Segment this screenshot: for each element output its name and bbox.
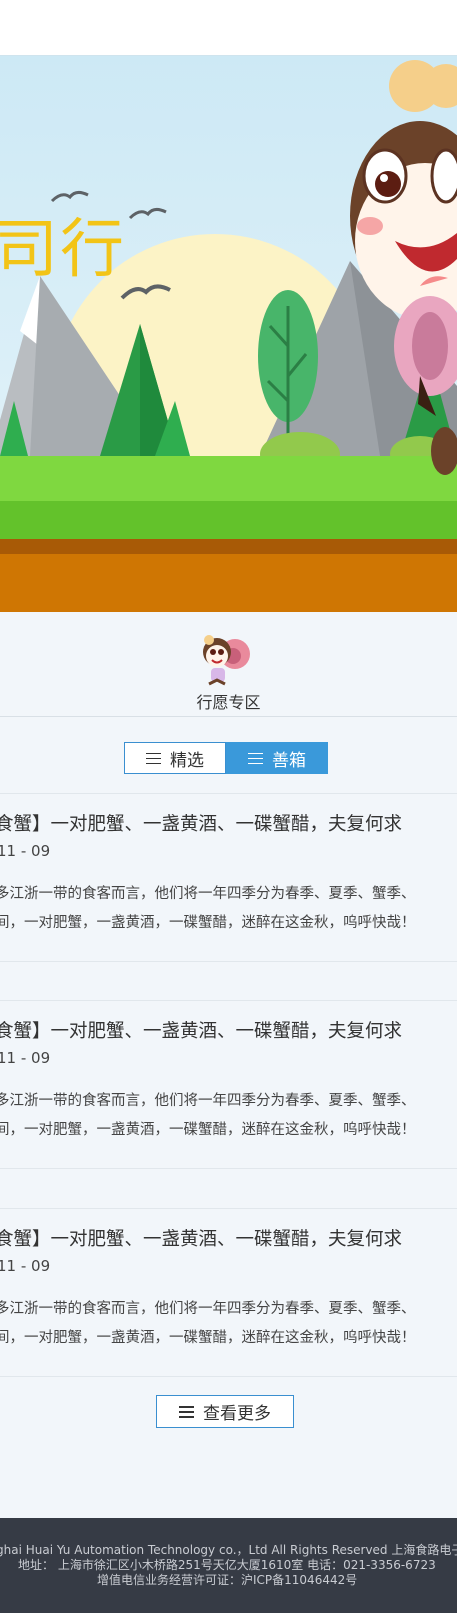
article-excerpt: 多江浙一带的食客而言，他们将一年四季分为春季、夏季、蟹季、 间，一对肥蟹，一盏黄… — [0, 1295, 416, 1353]
article-title[interactable]: 食蟹】一对肥蟹、一盏黄酒、一碟蟹醋，夫复何求 — [0, 810, 402, 836]
article-item[interactable]: 食蟹】一对肥蟹、一盏黄酒、一碟蟹醋，夫复何求 11 - 09 多江浙一带的食客而… — [0, 1208, 457, 1377]
tab-label: 精选 — [170, 750, 204, 771]
monkey-mascot-icon — [203, 635, 250, 686]
footer-license: 增值电信业务经营许可证：沪ICP备11046442号 — [97, 1573, 358, 1587]
article-excerpt-line: 间，一对肥蟹，一盏黄酒，一碟蟹醋，迷醉在这金秋，呜呼快哉！ — [0, 915, 416, 931]
article-excerpt-line: 多江浙一带的食客而言，他们将一年四季分为春季、夏季、蟹季、 — [0, 886, 416, 902]
article-item[interactable]: 食蟹】一对肥蟹、一盏黄酒、一碟蟹醋，夫复何求 11 - 09 多江浙一带的食客而… — [0, 793, 457, 962]
article-date: 11 - 09 — [0, 842, 51, 860]
article-item[interactable]: 食蟹】一对肥蟹、一盏黄酒、一碟蟹醋，夫复何求 11 - 09 多江浙一带的食客而… — [0, 1000, 457, 1169]
article-excerpt-line: 多江浙一带的食客而言，他们将一年四季分为春季、夏季、蟹季、 — [0, 1093, 416, 1109]
view-more-button[interactable]: 查看更多 — [156, 1395, 294, 1428]
top-bar — [0, 0, 457, 56]
tab-bar: 精选 善箱 — [124, 742, 328, 774]
tab-label: 善箱 — [272, 750, 306, 771]
wish-zone-label: 行愿专区 — [196, 693, 261, 712]
view-more-label: 查看更多 — [203, 1404, 271, 1424]
article-excerpt-line: 间，一对肥蟹，一盏黄酒，一碟蟹醋，迷醉在这金秋，呜呼快哉！ — [0, 1330, 416, 1346]
tab-charity-box[interactable]: 善箱 — [226, 742, 328, 774]
menu-lines-icon — [248, 752, 263, 764]
banner-title: 司行 — [0, 213, 126, 287]
article-excerpt: 多江浙一带的食客而言，他们将一年四季分为春季、夏季、蟹季、 间，一对肥蟹，一盏黄… — [0, 1087, 416, 1145]
footer: ghai Huai Yu Automation Technology co.，L… — [0, 1518, 457, 1613]
hero-banner[interactable]: 司行 — [0, 56, 457, 612]
article-date: 11 - 09 — [0, 1049, 51, 1067]
tab-featured[interactable]: 精选 — [124, 742, 226, 774]
article-title[interactable]: 食蟹】一对肥蟹、一盏黄酒、一碟蟹醋，夫复何求 — [0, 1225, 402, 1251]
article-excerpt: 多江浙一带的食客而言，他们将一年四季分为春季、夏季、蟹季、 间，一对肥蟹，一盏黄… — [0, 880, 416, 938]
article-excerpt-line: 多江浙一带的食客而言，他们将一年四季分为春季、夏季、蟹季、 — [0, 1301, 416, 1317]
article-date: 11 - 09 — [0, 1257, 51, 1275]
article-title[interactable]: 食蟹】一对肥蟹、一盏黄酒、一碟蟹醋，夫复何求 — [0, 1017, 402, 1043]
menu-lines-icon — [146, 752, 161, 764]
banner-illustration — [0, 56, 457, 612]
menu-lines-icon — [179, 1406, 194, 1418]
article-excerpt-line: 间，一对肥蟹，一盏黄酒，一碟蟹醋，迷醉在这金秋，呜呼快哉！ — [0, 1122, 416, 1138]
